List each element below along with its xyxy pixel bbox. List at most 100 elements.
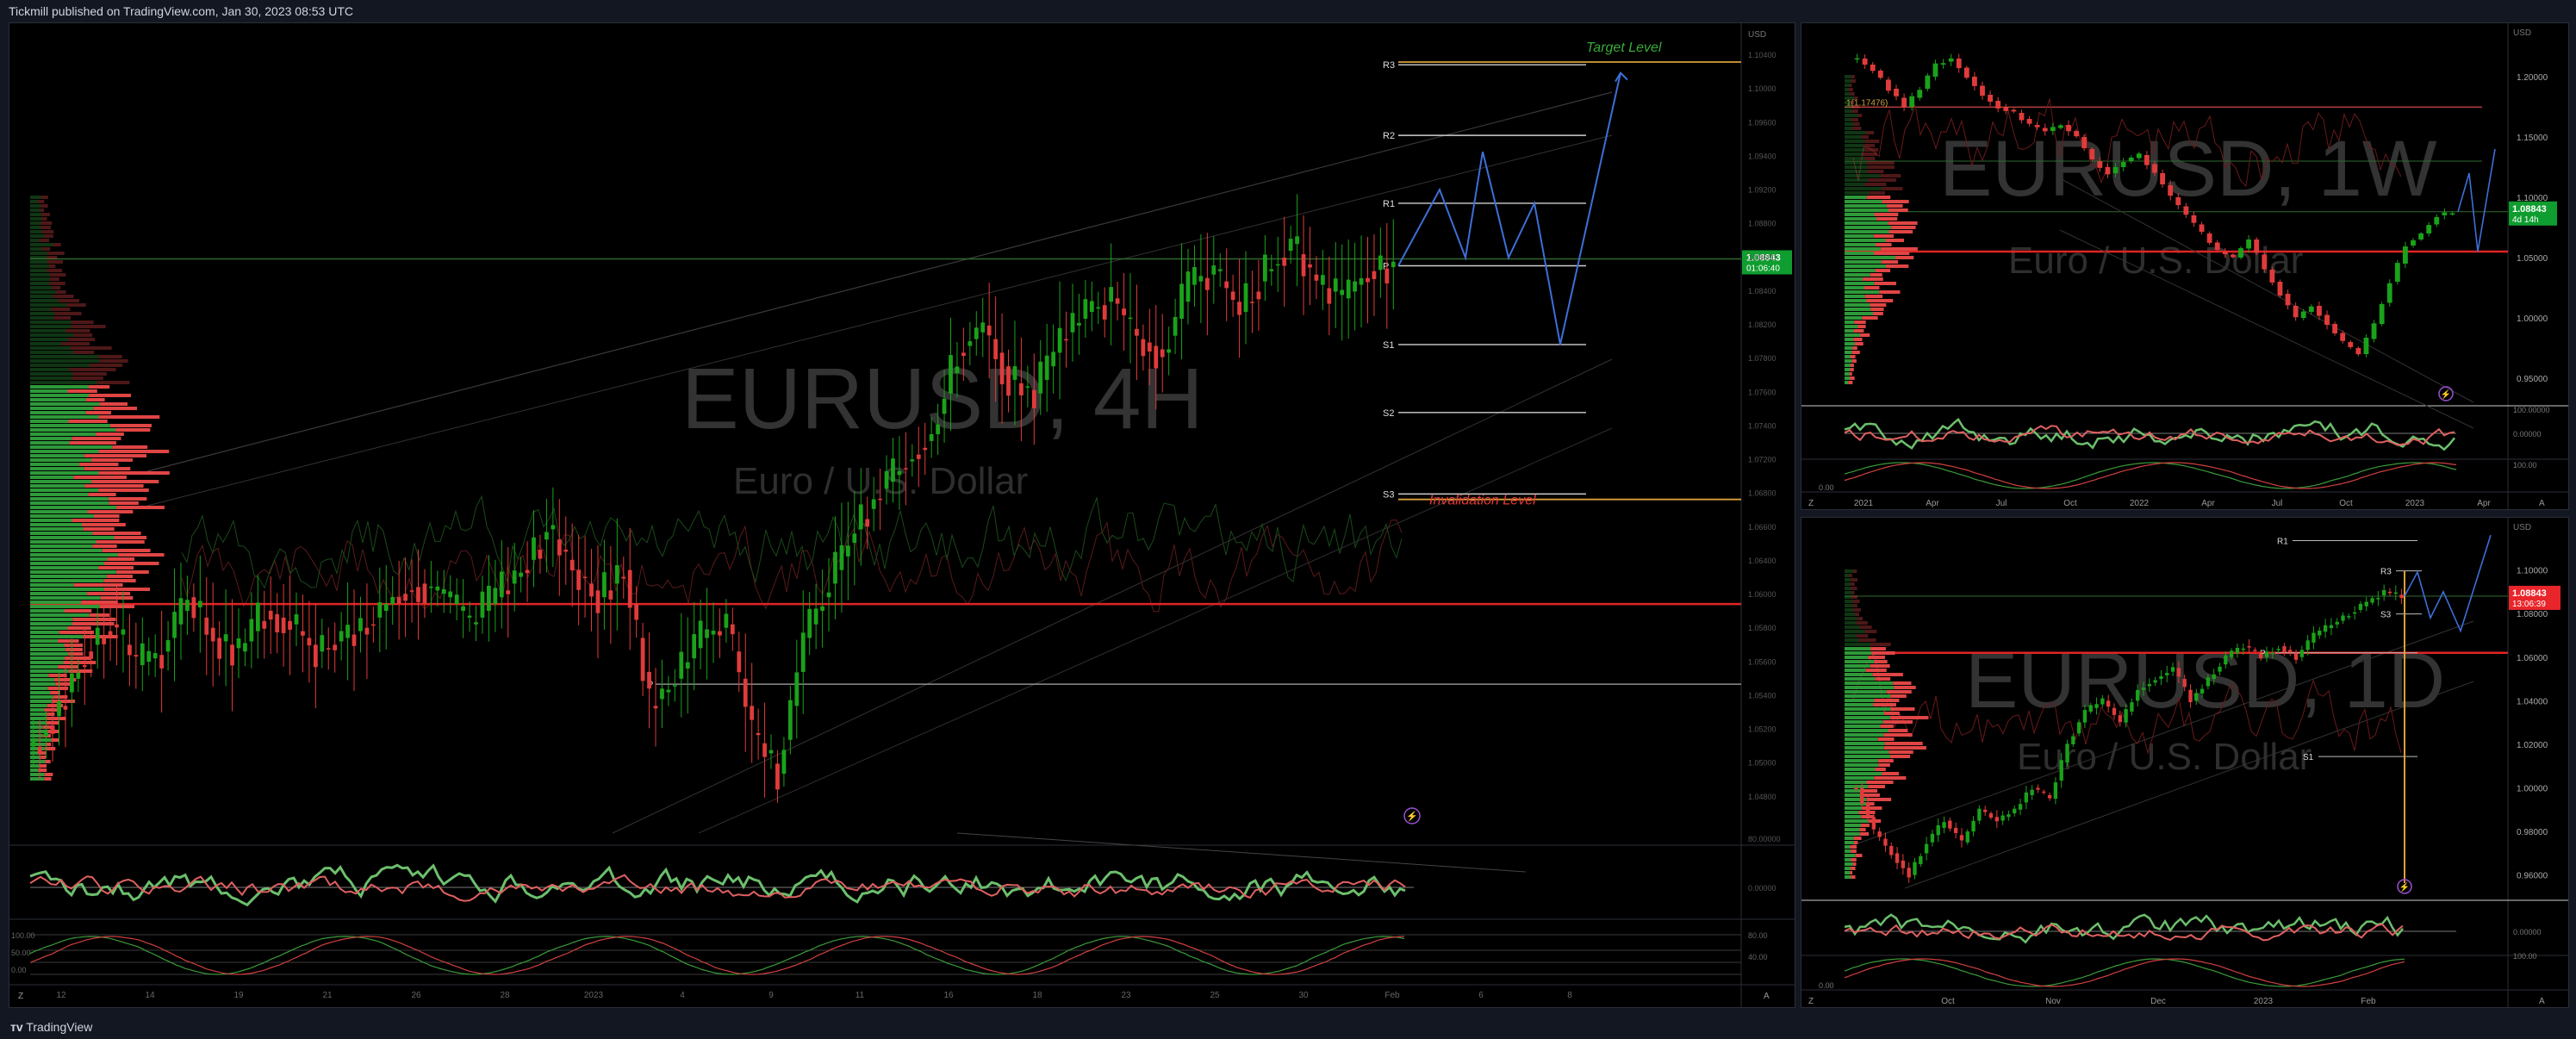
time-tick: 4 (680, 991, 685, 1000)
volume-profile-bar (1845, 582, 1851, 586)
candle (2305, 640, 2310, 650)
candle (1353, 281, 1357, 292)
volume-profile-bar (1845, 187, 1882, 190)
volume-profile-bar (1845, 226, 1892, 229)
candle (2352, 612, 2357, 614)
volume-profile-bar (1872, 673, 1903, 676)
volume-profile-bar (1866, 170, 1884, 173)
volume-profile-bar (30, 626, 68, 630)
volume-profile-bar (1845, 191, 1870, 195)
volume-profile-bar (49, 273, 66, 277)
volume-profile-bar (1845, 643, 1871, 646)
volume-profile-bar (1845, 733, 1884, 737)
volume-profile-bar (1845, 578, 1851, 582)
volume-profile-bar (1845, 664, 1870, 668)
pivot-label-r1: R1 (1383, 199, 1395, 209)
candle (370, 624, 376, 626)
volume-profile-bar (1845, 845, 1851, 849)
candle (2165, 673, 2169, 675)
chart-1w-svg[interactable]: EURUSD, 1WEuro / U.S. Dollar1(1.17476)1.… (1801, 23, 2569, 510)
candle (1198, 276, 1204, 282)
volume-profile-bar (30, 402, 100, 406)
volume-profile-bar (47, 252, 65, 255)
candle (506, 590, 511, 594)
candle (2253, 650, 2257, 651)
volume-profile-bar (1845, 252, 1875, 255)
volume-profile-bar (1888, 208, 1908, 212)
volume-profile-bar (30, 669, 69, 673)
chart-1d-svg[interactable]: EURUSD, 1DEuro / U.S. DollarR1R3S3PS11.0… (1801, 518, 2569, 1008)
volume-profile-bar (1845, 260, 1882, 264)
candle (1384, 268, 1390, 283)
candle (2386, 283, 2392, 303)
candle (2019, 113, 2025, 121)
candle (1956, 59, 1962, 69)
volume-profile-bar (1850, 845, 1857, 849)
volume-profile-bar (30, 656, 65, 660)
volume-profile-bar (1874, 252, 1910, 255)
volume-profile-bar (1882, 200, 1909, 203)
volume-profile-bar (96, 432, 124, 436)
candle (1977, 808, 1982, 821)
time-tick: Oct (1941, 997, 1955, 1006)
candle (2018, 804, 2023, 810)
candle (82, 665, 87, 668)
volume-profile-bar (1871, 651, 1895, 655)
volume-profile-bar (1845, 114, 1858, 117)
volume-profile-bar (67, 626, 91, 630)
price-badge-countdown: 01:06:40 (1746, 264, 1780, 273)
candle (288, 620, 292, 630)
volume-profile-bar (109, 501, 139, 505)
chart-panel-1w[interactable]: EURUSD, 1W Euro / U.S. Dollar 1(1.17476) 1.… (1801, 22, 2569, 510)
candle (435, 586, 440, 591)
volume-profile-bar (102, 549, 151, 552)
volume-profile-bar (114, 536, 147, 539)
volume-profile-bar (39, 764, 47, 768)
volume-profile-bar (68, 669, 93, 673)
candle (140, 643, 145, 666)
volume-profile-bar (87, 510, 134, 513)
time-tick: 2023 (2254, 997, 2274, 1006)
time-tick: 18 (1032, 991, 1042, 1000)
volume-profile-bar (1845, 669, 1866, 672)
candle (544, 532, 549, 540)
volume-profile-bar (1845, 660, 1875, 663)
volume-profile-bar (67, 338, 96, 341)
candle (2254, 240, 2260, 253)
volume-profile-bar (30, 570, 116, 574)
candle (2348, 342, 2354, 347)
candle (313, 644, 318, 668)
volume-profile-bar (1869, 191, 1886, 195)
candle (750, 706, 755, 720)
candle (2340, 333, 2346, 341)
volume-profile-bar (1845, 118, 1851, 121)
candle (1883, 838, 1888, 846)
momentum-line-green (1844, 417, 2455, 451)
volume-profile-bar (41, 230, 54, 233)
volume-profile-bar (73, 333, 93, 337)
volume-profile-bar (1856, 621, 1868, 625)
volume-profile-bar (30, 618, 73, 621)
candle (608, 590, 613, 600)
volume-profile-bar (1867, 161, 1895, 165)
volume-profile-bar (1849, 574, 1852, 577)
volume-profile-bar (30, 299, 59, 302)
chart-panel-1d[interactable]: EURUSD, 1DEuro / U.S. DollarR1R3S3PS11.0… (1801, 517, 2569, 1008)
volume-profile-bar (30, 312, 55, 315)
volume-profile-bar (98, 450, 170, 453)
candle (2066, 125, 2071, 132)
volume-profile-bar (68, 652, 84, 656)
time-tick: 8 (1567, 991, 1572, 1000)
volume-profile-bar (79, 463, 119, 466)
candle (1051, 352, 1056, 367)
chart-panel-4h[interactable]: EURUSD, 4HEuro / U.S. DollarPR3R2R1PS1S2… (9, 22, 1795, 1008)
volume-profile-bar (1886, 690, 1912, 694)
volume-profile-bar (1867, 165, 1895, 169)
channel-line (146, 134, 1613, 507)
volume-profile-bar (1845, 325, 1858, 328)
candle (1185, 271, 1191, 302)
volume-profile-bar (30, 506, 117, 509)
chart-4h-svg[interactable]: EURUSD, 4HEuro / U.S. DollarPR3R2R1PS1S2… (9, 23, 1795, 1008)
volume-profile-bar (90, 458, 133, 462)
pivot-label-s2: S2 (1383, 408, 1394, 419)
